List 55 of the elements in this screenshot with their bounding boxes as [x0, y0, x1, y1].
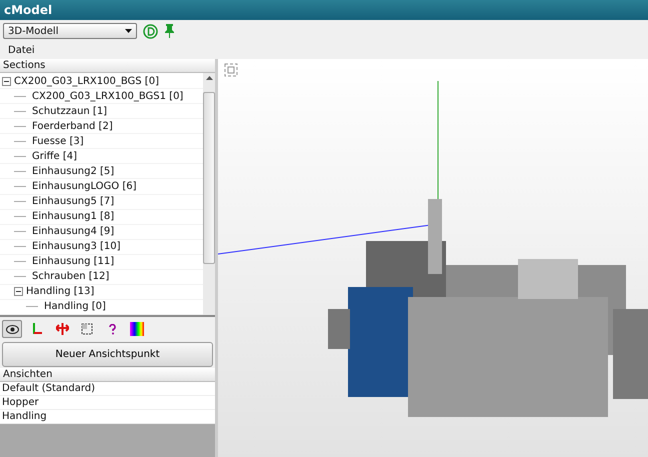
tree-connector-line — [14, 140, 26, 142]
tree-item[interactable]: Einhausung3 [10] — [32, 241, 121, 252]
column-header: Ansichten — [0, 368, 215, 382]
eye-icon — [6, 324, 18, 334]
tree-item[interactable]: Handling [13] — [26, 286, 94, 298]
view-list-item[interactable]: Default (Standard) — [0, 382, 215, 396]
new-viewpoint-button[interactable]: Neuer Ansichtspunkt — [2, 342, 213, 367]
d-circle-icon[interactable] — [143, 24, 158, 38]
tree-item[interactable]: Einhausung4 [9] — [32, 226, 114, 238]
tree-item[interactable]: Schutzzaun [1] — [32, 106, 108, 117]
view-select[interactable]: 3D-Modell — [3, 23, 137, 39]
tree-item[interactable]: Handling [0] — [44, 301, 106, 312]
color-gradient-icon — [130, 322, 144, 336]
tree-item[interactable]: EinhausungLOGO [6] — [32, 180, 137, 192]
tree-connector-line — [14, 170, 26, 172]
window-title: cModel — [0, 0, 648, 20]
tree-connector-line — [14, 201, 26, 202]
tree-item[interactable]: Einhausung1 [8] — [32, 211, 114, 222]
tree-connector-line — [14, 126, 26, 127]
tree-connector-line — [14, 156, 26, 157]
tree-connector-line — [14, 276, 26, 278]
move-arrows-icon — [56, 323, 68, 335]
axes-icon — [32, 323, 42, 335]
tree-connector-line — [14, 261, 26, 262]
tree-item[interactable]: CX200_G03_LRX100_BGS1 [0] — [32, 90, 184, 102]
tree-item[interactable]: Einhausung [11] — [32, 256, 114, 268]
tree-connector-line — [14, 246, 26, 248]
pin-icon[interactable] — [164, 24, 175, 38]
scrollbar[interactable] — [203, 73, 215, 315]
tree-connector-line — [14, 231, 26, 232]
view-list-item[interactable]: Handling — [0, 410, 215, 424]
scroll-up-arrow-icon[interactable] — [206, 76, 212, 80]
tree-item[interactable]: Einhausung2 [5] — [32, 166, 114, 177]
tree-connector-line — [14, 186, 26, 187]
tree-connector-line — [14, 216, 26, 218]
caret-icon — [125, 29, 132, 33]
frame-icon[interactable] — [224, 63, 238, 77]
tree-item[interactable]: Foerderband [2] — [32, 120, 113, 132]
tree-connector-line — [26, 306, 38, 308]
tree-item[interactable]: Schrauben [12] — [32, 271, 110, 282]
tree-item[interactable]: Einhausung5 [7] — [32, 196, 114, 208]
question-mark-icon — [108, 324, 116, 334]
collapse-toggle[interactable] — [14, 287, 23, 296]
tree-item[interactable]: Griffe [4] — [32, 150, 78, 162]
tree-item[interactable]: Fuesse [3] — [32, 136, 84, 147]
column-header: Sections — [0, 59, 215, 73]
tree-item[interactable]: CX200_G03_LRX100_BGS [0] — [14, 76, 159, 87]
menu-item[interactable]: Datei — [8, 45, 35, 56]
tool-button[interactable] — [2, 320, 22, 338]
tool-button[interactable] — [127, 320, 147, 338]
collapse-toggle[interactable] — [2, 76, 11, 86]
tree-connector-line — [14, 96, 26, 97]
tree-connector-line — [14, 110, 26, 112]
view-list-item[interactable]: Hopper — [0, 396, 215, 410]
frame-icon — [81, 323, 93, 335]
